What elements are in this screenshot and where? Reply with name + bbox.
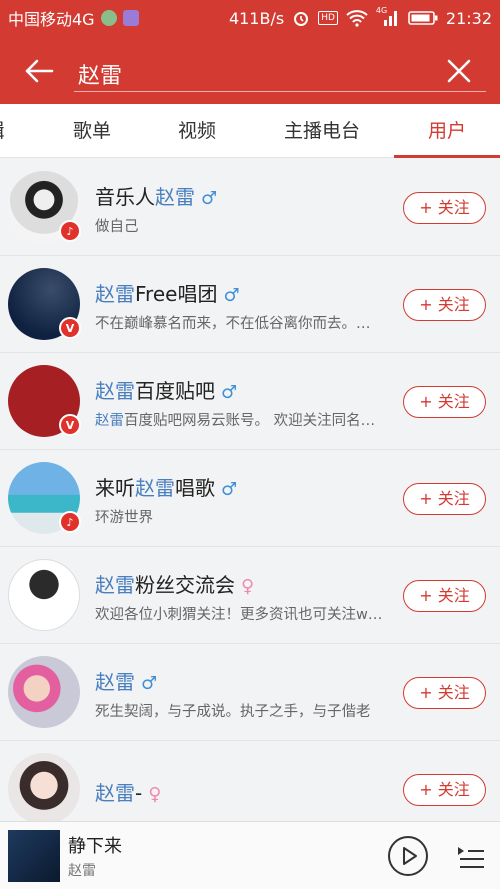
gallery-notification-icon — [122, 10, 139, 26]
song-artist: 赵雷 — [68, 863, 96, 879]
search-query-text: 赵雷 — [78, 64, 123, 89]
follow-button[interactable]: + 关注 — [403, 386, 486, 418]
list-item[interactable]: ♪ 来听赵雷唱歌 ♂ 环游世界 + 关注 — [0, 450, 500, 547]
user-name: 赵雷Free唱团 ♂ — [95, 282, 240, 306]
user-name: 赵雷百度贴吧 ♂ — [95, 379, 238, 403]
female-icon: ♀ — [241, 576, 255, 597]
wifi-icon — [346, 10, 368, 27]
list-item[interactable]: V 赵雷Free唱团 ♂ 不在巅峰慕名而来，不在低谷离你而去。… + 关注 — [0, 256, 500, 353]
male-icon: ♂ — [221, 479, 238, 500]
clear-search-icon[interactable] — [446, 58, 472, 84]
male-icon: ♂ — [201, 188, 218, 209]
tab-users[interactable]: 用户 — [394, 104, 500, 158]
play-icon — [403, 847, 417, 865]
follow-button[interactable]: + 关注 — [403, 192, 486, 224]
follow-button[interactable]: + 关注 — [403, 774, 486, 806]
list-item[interactable]: V 赵雷百度贴吧 ♂ 赵雷百度贴吧网易云账号。 欢迎关注同名… + 关注 — [0, 353, 500, 450]
play-button[interactable] — [388, 836, 428, 876]
list-item[interactable]: 赵雷 ♂ 死生契阔，与子成说。执子之手，与子偕老 + 关注 — [0, 644, 500, 741]
female-icon: ♀ — [148, 784, 162, 805]
cell-signal-icon: 4G — [376, 6, 400, 27]
user-description: 做自己 — [95, 219, 139, 235]
list-item[interactable]: 赵雷- ♀ + 关注 — [0, 741, 500, 821]
follow-button[interactable]: + 关注 — [403, 677, 486, 709]
tab-radio-stations[interactable]: 主播电台 — [272, 104, 372, 158]
hd-voice-icon: HD — [318, 11, 338, 25]
app-notification-icon — [100, 10, 117, 26]
network-speed: 411B/s — [228, 8, 285, 28]
user-name: 赵雷- ♀ — [95, 781, 162, 805]
user-name: 音乐人赵雷 ♂ — [95, 185, 218, 209]
avatar — [8, 656, 80, 728]
musician-badge-icon: ♪ — [59, 511, 81, 533]
user-description: 欢迎各位小刺猬关注！更多资讯也可关注w… — [95, 607, 383, 623]
user-description: 不在巅峰慕名而来，不在低谷离你而去。… — [95, 316, 371, 332]
user-description: 环游世界 — [95, 510, 153, 526]
musician-badge-icon: ♪ — [59, 220, 81, 242]
user-name: 赵雷 ♂ — [95, 670, 158, 694]
user-description: 赵雷百度贴吧网易云账号。 欢迎关注同名… — [95, 413, 376, 429]
male-icon: ♂ — [221, 382, 238, 403]
user-description: 死生契阔，与子成说。执子之手，与子偕老 — [95, 704, 371, 720]
verified-badge-icon: V — [59, 317, 81, 339]
alarm-icon — [294, 12, 309, 26]
clock: 21:32 — [445, 8, 492, 28]
mini-player[interactable]: 静下来 赵雷 — [0, 821, 500, 889]
album-cover — [8, 830, 60, 882]
battery-icon — [408, 11, 438, 25]
song-title: 静下来 — [68, 836, 122, 857]
avatar — [8, 753, 80, 821]
search-header: 赵雷 — [0, 36, 500, 104]
male-icon: ♂ — [223, 285, 240, 306]
user-name: 来听赵雷唱歌 ♂ — [95, 476, 238, 500]
user-results-list: ♪ 音乐人赵雷 ♂ 做自己 + 关注 V 赵雷Free唱团 ♂ 不在巅峰慕名而来，不… — [0, 159, 500, 821]
list-item[interactable]: ♪ 音乐人赵雷 ♂ 做自己 + 关注 — [0, 159, 500, 256]
tab-playlists[interactable]: 歌单 — [52, 104, 132, 158]
tab-videos[interactable]: 视频 — [157, 104, 237, 158]
verified-badge-icon: V — [59, 414, 81, 436]
back-arrow-icon[interactable] — [22, 54, 56, 88]
search-input[interactable]: 赵雷 — [74, 52, 486, 92]
follow-button[interactable]: + 关注 — [403, 289, 486, 321]
avatar — [8, 559, 80, 631]
playlist-icon[interactable] — [456, 842, 486, 870]
search-category-tabs: 辑 歌单 视频 主播电台 用户 — [0, 104, 500, 158]
carrier-label: 中国移动4G — [8, 10, 95, 29]
male-icon: ♂ — [141, 673, 158, 694]
user-name: 赵雷粉丝交流会 ♀ — [95, 573, 255, 597]
follow-button[interactable]: + 关注 — [403, 483, 486, 515]
status-bar: 中国移动4G 411B/s HD 4G 21:32 — [0, 0, 500, 36]
tab-album[interactable]: 辑 — [0, 104, 10, 158]
list-item[interactable]: 赵雷粉丝交流会 ♀ 欢迎各位小刺猬关注！更多资讯也可关注w… + 关注 — [0, 547, 500, 644]
follow-button[interactable]: + 关注 — [403, 580, 486, 612]
